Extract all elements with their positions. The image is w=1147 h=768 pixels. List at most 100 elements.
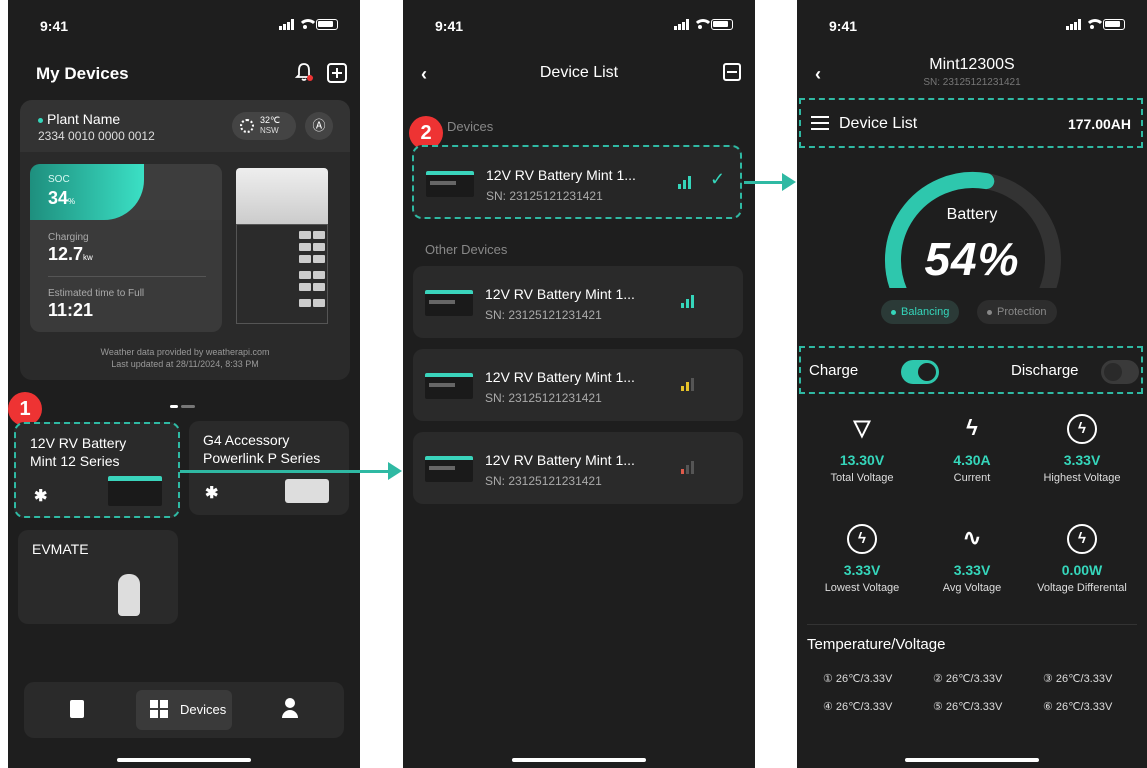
bolt-plus-icon: ϟ (1067, 414, 1097, 444)
scan-icon[interactable] (723, 63, 741, 81)
device-card-title: EVMATE (32, 541, 89, 557)
device-name: 12V RV Battery Mint 1... (485, 369, 635, 385)
device-list-label: Device List (839, 115, 918, 132)
device-card-powerlink[interactable]: G4 Accessory Powerlink P Series ✱ (189, 421, 349, 515)
discharge-label: Discharge (1011, 362, 1079, 379)
divider (807, 624, 1137, 625)
device-card-title: G4 Accessory Powerlink P Series (203, 432, 321, 466)
cell-temp-voltage: ⑥ 26℃/3.33V (1043, 701, 1113, 713)
device-name: 12V RV Battery Mint 1... (485, 286, 635, 302)
door-icon (70, 700, 84, 718)
grid-icon (150, 700, 168, 718)
status-time: 9:41 (435, 18, 464, 34)
charge-toggle[interactable] (901, 360, 939, 384)
bluetooth-icon: ✱ (34, 488, 48, 505)
evmate-product-image (118, 574, 140, 616)
bolt-circle-icon: ϟ (1067, 524, 1097, 554)
charge-toggles-row: Charge Discharge (799, 346, 1143, 394)
page-indicator (170, 395, 200, 408)
flow-arrow (180, 462, 402, 480)
add-device-icon[interactable] (327, 63, 347, 83)
metric-label: Voltage Differental (1037, 582, 1127, 594)
device-card-evmate[interactable]: EVMATE (18, 530, 178, 624)
device-list-item[interactable]: 12V RV Battery Mint 1... SN: 23125121231… (413, 349, 743, 421)
bolt-icon: ϟ (966, 415, 978, 440)
page-title: My Devices (36, 64, 129, 83)
weather-region: NSW (260, 126, 279, 135)
eta-label: Estimated time to Full (48, 288, 145, 299)
wifi-icon (1085, 19, 1105, 30)
plant-stats: SOC 34% Charging 12.7kw Estimated time t… (30, 164, 222, 332)
other-devices-section-label: Other Devices (425, 242, 508, 257)
navigate-icon[interactable]: Ⓐ (305, 112, 333, 140)
metric-voltage-differential: ϟ 0.00W Voltage Differental (1027, 524, 1137, 594)
signal-strength-icon (681, 377, 694, 391)
cellular-signal-icon (1066, 19, 1081, 30)
signal-strength-icon (678, 175, 691, 189)
device-list-item[interactable]: 12V RV Battery Mint 1... SN: 23125121231… (413, 432, 743, 504)
metric-avg-voltage: ∿ 3.33V Avg Voltage (917, 524, 1027, 594)
status-bar: 9:41 (797, 16, 1147, 36)
device-name: 12V RV Battery Mint 1... (486, 167, 636, 183)
user-icon (282, 698, 298, 720)
soc-label: SOC (48, 174, 70, 185)
signal-strength-icon (681, 460, 694, 474)
device-list-item[interactable]: 12V RV Battery Mint 1... SN: 23125121231… (413, 266, 743, 338)
weather-chip: 32℃ NSW (232, 112, 296, 140)
device-name: 12V RV Battery Mint 1... (485, 452, 635, 468)
charge-label: Charge (809, 362, 859, 379)
metric-label: Current (953, 472, 991, 484)
plant-header: Plant Name 2334 0010 0000 0012 32℃ NSW Ⓐ (20, 100, 350, 152)
cellular-signal-icon (674, 19, 689, 30)
battery-status-icon (1103, 19, 1125, 30)
tab-home[interactable] (30, 690, 126, 730)
device-list-screen: 9:41 ‹ Device List Devices 2 12V RV Batt… (403, 0, 755, 768)
battery-detail-screen: 9:41 ‹ Mint12300S SN: 23125121231421 Dev… (797, 0, 1147, 768)
charging-label: Charging (48, 232, 89, 243)
triangle-icon: ▽ (853, 415, 871, 440)
wave-icon: ∿ (962, 525, 982, 550)
sliders-icon (811, 115, 829, 131)
device-sn: SN: 23125121231421 (923, 77, 1021, 88)
plant-id: 2334 0010 0000 0012 (38, 129, 155, 143)
plant-card[interactable]: Plant Name 2334 0010 0000 0012 32℃ NSW Ⓐ… (20, 100, 350, 380)
metric-value: 3.33V (953, 562, 991, 578)
gauge-label: Battery (946, 206, 998, 223)
cell-temp-voltage: ② 26℃/3.33V (933, 673, 1003, 685)
soc-value: 34% (48, 188, 76, 208)
battery-thumbnail (425, 456, 473, 482)
device-list-bar[interactable]: Device List 177.00AH (799, 98, 1143, 148)
device-card-rv-battery[interactable]: 12V RV Battery Mint 12 Series ✱ (14, 422, 180, 518)
cell-temp-voltage: ① 26℃/3.33V (823, 673, 893, 685)
signal-strength-icon (681, 294, 694, 308)
page-title: Mint12300S (929, 56, 1015, 73)
bell-icon[interactable] (294, 62, 314, 82)
powerlink-product-image (285, 479, 329, 503)
metric-lowest-voltage: ϟ 3.33V Lowest Voltage (807, 524, 917, 594)
tab-bar: Devices (24, 682, 344, 738)
device-list-item-selected[interactable]: 12V RV Battery Mint 1... SN: 23125121231… (412, 145, 742, 219)
status-icons (279, 19, 338, 30)
home-indicator (117, 758, 251, 762)
eta-value: 11:21 (48, 300, 94, 320)
device-sn: SN: 23125121231421 (486, 189, 603, 203)
bluetooth-icon: ✱ (205, 485, 219, 502)
status-icons (674, 19, 733, 30)
weather-temp: 32℃ (260, 115, 281, 125)
device-sn: SN: 23125121231421 (485, 308, 602, 322)
my-devices-screen: 9:41 My Devices Plant Name 2334 0010 000… (8, 0, 360, 768)
cellular-signal-icon (279, 19, 294, 30)
tab-devices[interactable]: Devices (136, 690, 232, 730)
metric-label: Total Voltage (830, 472, 894, 484)
weather-note: Weather data provided by weatherapi.com … (100, 347, 270, 369)
metric-value: 0.00W (1061, 562, 1103, 578)
device-card-title: 12V RV Battery Mint 12 Series (30, 435, 127, 469)
status-icons (1066, 19, 1125, 30)
my-devices-section-label: Devices (447, 119, 494, 134)
tab-profile[interactable] (242, 690, 338, 730)
cell-temp-voltage: ③ 26℃/3.33V (1043, 673, 1113, 685)
step-badge-1: 1 (8, 392, 42, 426)
metric-value: 13.30V (839, 452, 885, 468)
capacity-value: 177.00AH (1067, 116, 1131, 132)
discharge-toggle[interactable] (1101, 360, 1139, 384)
